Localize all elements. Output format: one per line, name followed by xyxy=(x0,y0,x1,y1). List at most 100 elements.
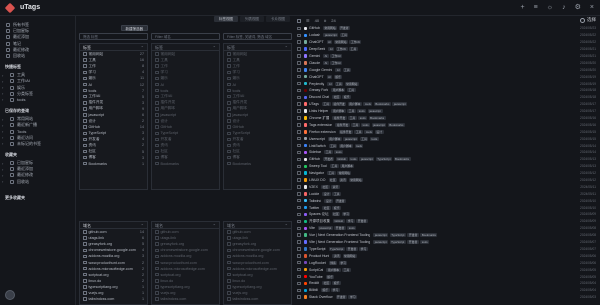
filter-item[interactable]: tailwindcss.com xyxy=(224,296,291,302)
view-list-button[interactable]: 列表视图 xyxy=(240,16,264,22)
bookmark-row[interactable]: Firefox extension 插件开发 工具 tools 设计 2024/05/15 xyxy=(294,128,600,135)
tag-chip[interactable]: javascript xyxy=(367,109,383,114)
settings-icon[interactable]: ⚙ xyxy=(575,3,581,12)
tag-chip[interactable]: 资讯 xyxy=(332,253,342,258)
checkbox[interactable] xyxy=(83,155,87,160)
filter-item[interactable]: tailwindcss.com xyxy=(152,296,219,302)
collapse-icon[interactable]: ⌃ xyxy=(285,44,288,51)
checkbox[interactable] xyxy=(155,242,159,246)
bookmark-title[interactable]: DeepSeek xyxy=(309,47,325,51)
checkbox[interactable] xyxy=(227,94,231,99)
bookmark-title[interactable]: Chrome 扩展 xyxy=(309,116,329,121)
tag-chip[interactable]: tools xyxy=(363,102,373,107)
bookmark-row[interactable]: Chrome 扩展 插件开发 工具 tools Bookmarks 2024/05/16 xyxy=(294,115,600,122)
tag-chip[interactable]: 开发者 xyxy=(356,219,368,224)
checkbox[interactable] xyxy=(83,76,87,81)
sidebar-section-more[interactable]: 更多收藏夹 xyxy=(0,195,75,201)
checkbox[interactable] xyxy=(83,88,87,93)
checkbox[interactable] xyxy=(83,297,87,301)
bookmark-title[interactable]: Stack Overflow xyxy=(309,295,333,299)
tag-chip[interactable]: javascript xyxy=(323,33,339,38)
row-checkbox[interactable] xyxy=(297,74,301,79)
row-checkbox[interactable] xyxy=(297,61,301,65)
tag-chip[interactable]: 学习 xyxy=(348,295,358,300)
sun-icon[interactable]: ☼ xyxy=(547,3,553,12)
tag-chip[interactable]: 用户脚本 xyxy=(340,164,355,169)
bookmark-title[interactable]: UTags xyxy=(309,102,319,106)
checkbox[interactable] xyxy=(227,113,231,117)
checkbox[interactable] xyxy=(227,279,231,283)
tag-chip[interactable]: 插件开发 xyxy=(335,122,350,127)
row-checkbox[interactable] xyxy=(297,260,301,265)
tag-chip[interactable]: 开发者 xyxy=(334,198,346,203)
tag-chip[interactable]: TypeScript xyxy=(328,246,345,251)
checkbox[interactable] xyxy=(155,76,159,81)
checkbox[interactable] xyxy=(83,143,87,148)
checkbox[interactable] xyxy=(83,58,87,62)
tag-chip[interactable]: 工具 xyxy=(342,67,352,72)
bookmark-row[interactable]: Vite | Next Generation Frontend Tooling j… xyxy=(294,239,600,246)
bookmark-title[interactable]: Vite | Next Generation Frontend Tooling xyxy=(309,240,370,244)
collapse-icon[interactable]: ⌃ xyxy=(141,44,144,51)
bookmark-title[interactable]: GitHub xyxy=(309,157,320,161)
collapse-icon[interactable]: ⌃ xyxy=(141,222,144,229)
bookmark-row[interactable]: Tailwind 设计 开发者 2024/05/10 xyxy=(294,197,600,204)
chevron-right-icon[interactable]: › xyxy=(2,135,3,140)
tag-chip[interactable]: 社区 xyxy=(322,281,331,286)
checkbox[interactable] xyxy=(83,230,87,234)
bookmark-row[interactable]: Stack Overflow 开发者 学习 2024/05/03 xyxy=(294,294,600,301)
tag-chip[interactable]: javascript xyxy=(373,233,389,238)
checkbox[interactable] xyxy=(227,285,231,289)
bookmark-title[interactable]: Product Hunt xyxy=(309,254,329,258)
bookmark-row[interactable]: Vite javascript 开发者 tools 2024/05/08 xyxy=(294,225,600,232)
checkbox[interactable] xyxy=(227,161,231,166)
filter-item[interactable]: Bookmarks xyxy=(152,161,219,167)
checkbox[interactable] xyxy=(83,149,87,154)
bookmark-title[interactable]: V2EX xyxy=(309,185,318,189)
tag-chip[interactable]: 工具 xyxy=(347,109,356,114)
bookmark-row[interactable]: LogRocket 博客 学习 2024/05/06 xyxy=(294,259,600,266)
bookmark-row[interactable]: Vue | Next Generation Frontend Tooling ja… xyxy=(294,232,600,239)
select-button[interactable]: 选择 xyxy=(580,17,596,23)
bookmark-row[interactable]: Sweep Tool 工具 用户脚本 2024/05/13 xyxy=(294,163,600,170)
bookmark-row[interactable]: Navigator 工具 常用网站 2024/05/12 xyxy=(294,170,600,177)
bookmark-row[interactable]: Spaces 论坛 社区 学习 2024/05/09 xyxy=(294,211,600,218)
checkbox[interactable] xyxy=(227,82,231,87)
checkbox[interactable] xyxy=(227,70,231,75)
checkbox[interactable] xyxy=(227,52,231,56)
checkbox[interactable] xyxy=(155,137,159,142)
checkbox[interactable] xyxy=(155,70,159,75)
tag-chip[interactable]: tools xyxy=(420,240,430,245)
sidebar-item[interactable]: › 未标记的书签 xyxy=(0,141,75,147)
menu-icon[interactable]: ≡ xyxy=(534,3,538,12)
chevron-right-icon[interactable]: › xyxy=(2,167,3,172)
row-checkbox[interactable] xyxy=(297,267,301,272)
checkbox[interactable] xyxy=(83,279,87,283)
checkbox[interactable] xyxy=(83,242,87,246)
tag-chip[interactable]: 娱乐 xyxy=(332,281,341,286)
row-checkbox[interactable] xyxy=(297,288,301,293)
checkbox[interactable] xyxy=(227,76,231,81)
checkbox[interactable] xyxy=(83,119,87,123)
tag-chip[interactable]: 开发者 xyxy=(335,295,347,300)
row-checkbox[interactable] xyxy=(297,68,301,72)
tag-chip[interactable]: 社区 xyxy=(320,184,330,189)
row-checkbox[interactable] xyxy=(297,205,301,210)
tag-chip[interactable]: javascript xyxy=(392,102,408,107)
tag-chip[interactable]: 常用网站 xyxy=(348,178,363,183)
tag-chip[interactable]: 设计 xyxy=(374,129,384,134)
chevron-right-icon[interactable]: › xyxy=(2,73,3,78)
chevron-right-icon[interactable]: › xyxy=(2,161,3,166)
checkbox[interactable] xyxy=(227,107,231,111)
tag-chip[interactable]: javascript xyxy=(371,122,387,127)
checkbox[interactable] xyxy=(155,88,159,93)
row-checkbox[interactable] xyxy=(297,81,301,86)
checkbox[interactable] xyxy=(227,131,231,136)
bookmark-title[interactable]: Perplexity xyxy=(309,82,324,86)
sidebar-item[interactable]: › 回收站 xyxy=(0,179,75,185)
checkbox[interactable] xyxy=(227,119,231,123)
row-checkbox[interactable] xyxy=(297,54,301,58)
tag-chip[interactable]: 常用网站 xyxy=(344,81,359,86)
tag-chip[interactable]: 工具 xyxy=(349,47,358,52)
tag-chip[interactable]: 工具 xyxy=(334,81,344,86)
